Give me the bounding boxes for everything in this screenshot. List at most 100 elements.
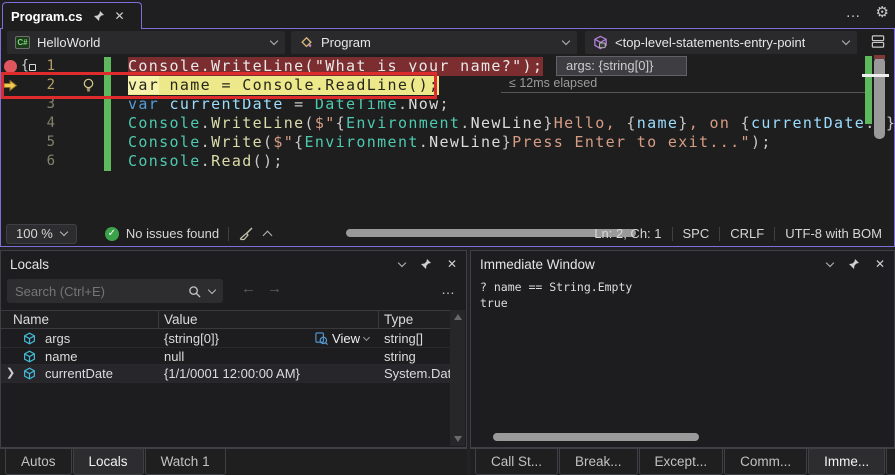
expand-chevron-icon[interactable]: ❯	[6, 366, 15, 379]
csharp-project-icon: C#	[15, 36, 30, 49]
project-dropdown[interactable]: C# HelloWorld	[7, 31, 285, 54]
locals-vertical-scrollbar[interactable]	[450, 310, 465, 446]
variable-icon	[24, 367, 35, 380]
code-line-5[interactable]: 5 Console.Write($"{Environment.NewLine}Pr…	[1, 133, 894, 152]
variable-icon	[24, 350, 35, 362]
window-position-chevron-icon[interactable]	[397, 258, 407, 267]
locals-row-args[interactable]: args {string[0]} View string[]	[1, 330, 451, 348]
variable-value: null	[164, 348, 185, 364]
code-text[interactable]: Console.Read();	[128, 152, 284, 171]
locals-row-name[interactable]: name null string	[1, 348, 451, 365]
tab-output[interactable]: Output	[886, 449, 895, 475]
tab-call-st[interactable]: Call St...	[475, 449, 559, 475]
line-number: 5	[46, 134, 55, 150]
zoom-dropdown[interactable]: 100 %	[6, 223, 77, 244]
change-tracking-bar	[104, 76, 111, 95]
locals-grid-rows: args {string[0]} View string[] name null strin…	[1, 330, 462, 383]
close-tab-icon[interactable]: ✕	[115, 9, 125, 23]
locals-row-currentDate[interactable]: ❯ currentDate {1/1/0001 12:00:00 AM} System…	[1, 365, 462, 383]
pin-icon[interactable]	[420, 258, 432, 270]
line-number: 6	[46, 153, 55, 169]
line-number: 3	[46, 96, 55, 112]
locals-toolbar: ← → …	[1, 277, 466, 307]
tab-comm[interactable]: Comm...	[724, 449, 808, 475]
current-statement-arrow-icon[interactable]	[3, 79, 18, 92]
document-tab-program-cs[interactable]: Program.cs ✕	[2, 2, 142, 29]
change-tracking-bar	[104, 57, 111, 76]
locals-grid-header[interactable]: Name Value Type	[1, 310, 451, 329]
lightbulb-icon[interactable]	[82, 78, 95, 93]
tab-except[interactable]: Except...	[638, 449, 724, 475]
column-header-name[interactable]: Name	[13, 312, 49, 327]
chevron-up-icon[interactable]	[262, 230, 273, 240]
search-box[interactable]	[7, 279, 223, 303]
immediate-line: ? name == String.Empty	[480, 280, 633, 294]
check-icon: ✓	[104, 226, 119, 241]
locals-tab-strip: Autos Locals Watch 1	[0, 448, 467, 475]
status-item[interactable]: SPC	[673, 226, 720, 241]
chevron-down-icon	[59, 227, 69, 237]
zoom-level: 100 %	[16, 226, 53, 241]
perf-tip[interactable]: ≤ 12ms elapsed	[509, 76, 597, 90]
more-options-icon[interactable]: …	[846, 4, 862, 21]
issues-indicator[interactable]: ✓ No issues found	[104, 226, 220, 241]
pin-icon[interactable]	[93, 10, 105, 22]
code-text[interactable]: Console.WriteLine($"{Environment.NewLine…	[128, 114, 894, 133]
type-dropdown[interactable]: Program	[291, 31, 577, 54]
tab-break[interactable]: Break...	[559, 449, 638, 475]
tab-autos[interactable]: Autos	[5, 449, 72, 475]
immediate-content[interactable]: ? name == String.Empty true	[480, 279, 632, 311]
search-input[interactable]	[15, 283, 155, 299]
code-cleanup-broom-icon[interactable]	[238, 226, 254, 242]
gear-icon[interactable]: ⚙	[876, 3, 889, 21]
search-options-chevron-icon[interactable]	[207, 285, 217, 294]
window-titlebar: Program.cs ✕ … ⚙	[0, 0, 895, 29]
close-icon[interactable]: ✕	[875, 257, 885, 271]
immediate-horizontal-scrollbar[interactable]	[493, 433, 699, 441]
variable-type: string[]	[384, 331, 424, 346]
code-line-6[interactable]: 6 Console.Read();	[1, 152, 894, 171]
forward-arrow-icon[interactable]: →	[267, 280, 282, 297]
code-line-1[interactable]: {1 Console.WriteLine("What is your name?"…	[1, 57, 894, 76]
code-text[interactable]: var currentDate = DateTime.Now;	[128, 95, 450, 114]
code-editor[interactable]: {1 Console.WriteLine("What is your name?"…	[1, 55, 894, 222]
split-window-icon[interactable]	[870, 34, 886, 49]
tab-locals[interactable]: Locals	[72, 449, 144, 475]
column-divider[interactable]	[158, 311, 159, 328]
column-divider[interactable]	[378, 311, 379, 328]
scroll-down-icon[interactable]	[454, 436, 462, 442]
variable-name: currentDate	[45, 366, 113, 381]
variable-name: args	[45, 331, 71, 346]
tab-watch-1[interactable]: Watch 1	[144, 449, 226, 475]
code-text[interactable]: Console.Write($"{Environment.NewLine}Pre…	[128, 133, 772, 152]
status-item[interactable]: UTF-8 with BOM	[775, 226, 892, 241]
back-arrow-icon[interactable]: ←	[241, 280, 256, 297]
window-position-chevron-icon[interactable]	[825, 258, 835, 267]
code-text[interactable]: Console.WriteLine("What is your name?");	[128, 57, 544, 76]
view-link[interactable]: View	[315, 331, 371, 346]
issues-label: No issues found	[125, 226, 220, 241]
close-icon[interactable]: ✕	[447, 257, 457, 271]
locals-title-bar: Locals ✕	[1, 251, 466, 277]
type-dropdown-label: Program	[321, 35, 371, 50]
column-header-value[interactable]: Value	[164, 312, 198, 327]
args-datatip[interactable]: args: {string[0]}	[556, 56, 687, 76]
scrollbar-breakpoint-mark	[874, 55, 885, 59]
status-item[interactable]: Ln: 2, Ch: 1	[584, 226, 671, 241]
code-line-3[interactable]: 3 var currentDate = DateTime.Now;	[1, 95, 894, 114]
code-line-4[interactable]: 4 Console.WriteLine($"{Environment.NewLin…	[1, 114, 894, 133]
pin-icon[interactable]	[848, 258, 860, 270]
column-header-type[interactable]: Type	[384, 312, 413, 327]
breakpoint-icon[interactable]	[4, 60, 17, 73]
project-dropdown-label: HelloWorld	[37, 35, 101, 50]
editor-vertical-scrollbar[interactable]	[874, 57, 885, 139]
member-dropdown[interactable]: <top-level-statements-entry-point	[585, 31, 857, 54]
code-text[interactable]: var name = Console.ReadLine();	[128, 76, 440, 95]
divider	[228, 226, 230, 241]
locals-title: Locals	[10, 256, 50, 272]
entry-point-cube-icon	[594, 35, 607, 50]
tab-imme[interactable]: Imme...	[808, 449, 886, 475]
scroll-up-icon[interactable]	[454, 314, 462, 320]
more-options-icon[interactable]: …	[441, 281, 456, 297]
status-item[interactable]: CRLF	[720, 226, 774, 241]
